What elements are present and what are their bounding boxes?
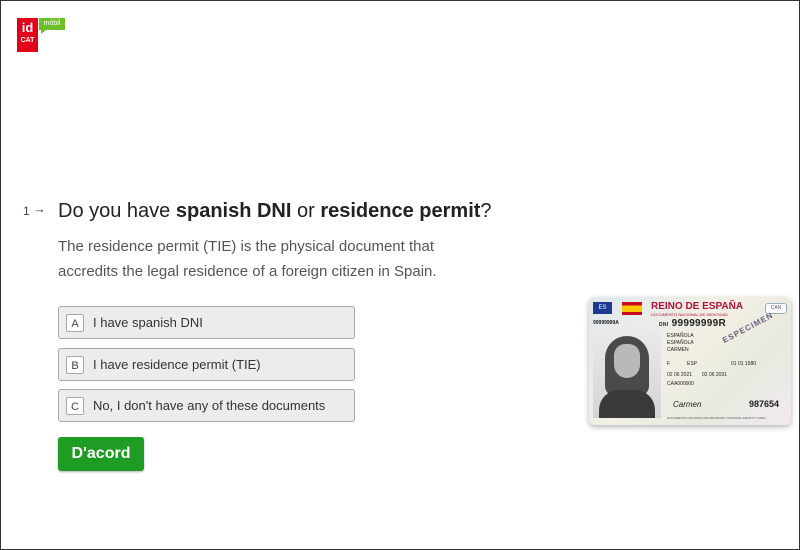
logo-text-id: id <box>21 20 34 35</box>
card-dni-number: DNI 99999999R <box>659 318 726 329</box>
card-surname1: ESPAÑOLA <box>667 333 694 339</box>
title-part: Do you have <box>58 200 176 222</box>
portrait-body <box>599 390 655 418</box>
card-surname2: ESPAÑOLA <box>667 340 694 346</box>
title-part-bold: spanish DNI <box>175 200 292 222</box>
arrow-right-icon: → <box>33 201 46 216</box>
card-name: CARMEN <box>667 347 689 353</box>
id-card-image: ES REINO DE ESPAÑA DOCUMENTO NACIONAL DE… <box>589 297 791 425</box>
option-key: A <box>66 314 84 332</box>
card-nationality: ESP <box>687 361 698 367</box>
title-part: ? <box>480 200 492 222</box>
card-title: REINO DE ESPAÑA <box>651 301 744 312</box>
portrait-face <box>614 344 640 378</box>
portrait-photo <box>593 330 661 418</box>
title-part: or <box>291 200 321 222</box>
option-key: C <box>66 397 84 415</box>
card-sex: F <box>667 361 671 367</box>
card-specimen-watermark: ESPECIMEN <box>721 310 775 345</box>
option-label: I have residence permit (TIE) <box>93 357 261 372</box>
option-b[interactable]: B I have residence permit (TIE) <box>58 348 355 381</box>
card-birth-date: 01 01 1980 <box>731 361 757 367</box>
card-issue-date: 02 06 2021 <box>667 372 693 378</box>
page-frame: id CAT mòbil 1 → Do you have spanish DNI… <box>0 0 800 550</box>
logo-badge: mòbil <box>39 18 65 34</box>
option-c[interactable]: C No, I don't have any of these document… <box>58 389 355 422</box>
ok-button[interactable]: D'acord <box>58 437 144 471</box>
dni-prefix: DNI <box>659 322 669 328</box>
dni-value: 99999999R <box>671 318 727 329</box>
card-expiry-date: 02 06 2031 <box>702 372 728 378</box>
question-description: The residence permit (TIE) is the physic… <box>58 238 437 280</box>
card-small-number: 99999999A <box>593 320 619 326</box>
logo-box: id CAT <box>17 18 38 52</box>
title-part-bold: residence permit <box>320 200 481 222</box>
option-label: I have spanish DNI <box>93 315 203 330</box>
option-key: B <box>66 356 84 374</box>
idcat-mobil-logo: id CAT mòbil <box>17 18 67 52</box>
card-number: 987654 <box>749 399 780 409</box>
logo-text-cat: CAT <box>20 37 35 44</box>
question-title: Do you have spanish DNI or residence per… <box>58 200 492 223</box>
question-number: 1 <box>23 204 30 218</box>
option-a[interactable]: A I have spanish DNI <box>58 306 355 339</box>
card-footer: DOCUMENTO NACIONAL DE IDENTIDAD / NATION… <box>667 416 766 420</box>
option-label: No, I don't have any of these documents <box>93 398 326 413</box>
spain-flag-icon <box>622 302 642 315</box>
card-support-number: CAA000000 <box>667 381 694 387</box>
card-signature: Carmen <box>673 400 702 409</box>
eu-flag-icon: ES <box>593 302 612 314</box>
card-subtitle: DOCUMENTO NACIONAL DE IDENTIDAD <box>651 312 728 317</box>
